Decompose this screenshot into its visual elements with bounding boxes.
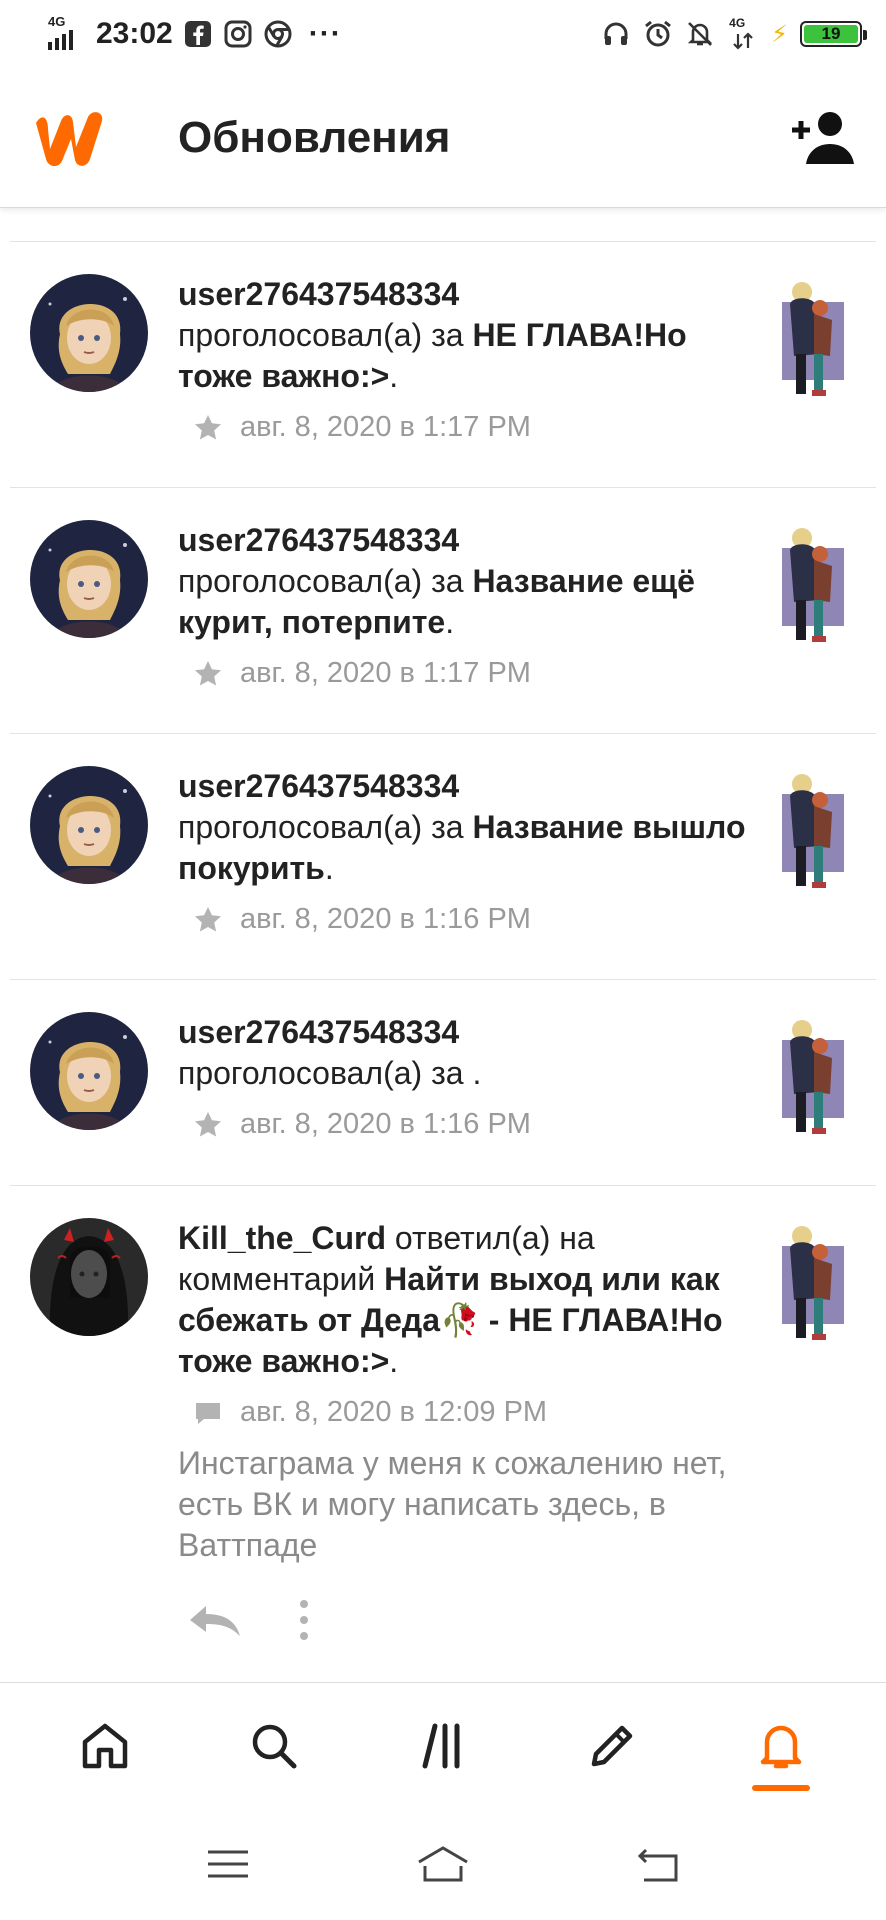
library-icon xyxy=(422,1723,460,1768)
notification-text: user276437548334 проголосовал(а) за НЕ Г… xyxy=(178,274,756,397)
notification-text: user276437548334 проголосовал(а) за Назв… xyxy=(178,766,756,889)
punctuation: . xyxy=(324,850,334,886)
system-navigation-bar xyxy=(0,1808,886,1920)
user-avatar[interactable] xyxy=(30,1012,148,1130)
comment-text: Инстаграма у меня к сожалению нет, есть … xyxy=(178,1445,727,1563)
timestamp: авг. 8, 2020 в 1:16 PM xyxy=(240,1108,531,1140)
divider xyxy=(10,210,876,242)
story-cover-thumbnail[interactable] xyxy=(776,1218,852,1352)
user-avatar[interactable] xyxy=(30,1218,148,1336)
bottom-navigation xyxy=(0,1682,886,1808)
timestamp: авг. 8, 2020 в 1:17 PM xyxy=(240,411,531,443)
notification-item[interactable]: user276437548334 проголосовал(а) за Назв… xyxy=(10,488,876,734)
alarm-icon xyxy=(645,20,672,47)
story-cover-thumbnail[interactable] xyxy=(776,274,852,408)
mobile-data-icon: 4G xyxy=(727,16,759,52)
notification-text: Kill_the_Curd ответил(а) на комментарий … xyxy=(178,1218,756,1382)
write-icon xyxy=(591,1725,633,1766)
notification-meta: авг. 8, 2020 в 1:16 PM xyxy=(192,1108,756,1141)
charging-icon: ⚡ xyxy=(771,20,788,48)
timestamp: авг. 8, 2020 в 12:09 PM xyxy=(240,1396,548,1428)
notification-meta: авг. 8, 2020 в 12:09 PM xyxy=(192,1396,756,1429)
username[interactable]: user276437548334 xyxy=(178,1012,756,1053)
notification-item[interactable]: user276437548334 проголосовал(а) за Назв… xyxy=(10,734,876,980)
punctuation: . xyxy=(389,1343,399,1379)
action-text: проголосовал(а) за xyxy=(178,563,464,599)
punctuation: . xyxy=(445,604,455,640)
action-text: проголосовал(а) за xyxy=(178,1055,464,1091)
timestamp: авг. 8, 2020 в 1:16 PM xyxy=(240,903,531,935)
chrome-icon xyxy=(264,20,292,48)
notification-text: user276437548334 проголосовал(а) за . xyxy=(178,1012,756,1094)
more-notifications-icon: ··· xyxy=(308,17,342,50)
notification-meta: авг. 8, 2020 в 1:16 PM xyxy=(192,903,756,936)
nav-home[interactable] xyxy=(60,1701,150,1791)
star-icon xyxy=(195,906,221,931)
status-bar: 4G 23:02 ··· 4G ⚡ 19 xyxy=(0,0,886,68)
star-icon xyxy=(195,660,221,685)
add-friend-button[interactable] xyxy=(788,108,858,168)
user-avatar[interactable] xyxy=(30,520,148,638)
reply-icon[interactable] xyxy=(184,1600,244,1640)
punctuation: . xyxy=(389,358,399,394)
star-icon xyxy=(195,414,221,439)
username[interactable]: user276437548334 xyxy=(178,520,756,561)
cellular-signal-icon: 4G xyxy=(46,14,86,54)
user-avatar[interactable] xyxy=(30,766,148,884)
facebook-icon xyxy=(184,21,211,47)
clock: 23:02 xyxy=(96,17,173,50)
back-icon[interactable] xyxy=(628,1842,688,1886)
notification-item[interactable]: user276437548334 проголосовал(а) за НЕ Г… xyxy=(10,242,876,488)
app-header: Обновления xyxy=(0,68,886,208)
nav-search[interactable] xyxy=(229,1701,319,1791)
system-home-icon[interactable] xyxy=(413,1842,473,1886)
user-avatar[interactable] xyxy=(30,274,148,392)
nav-notifications[interactable] xyxy=(736,1701,826,1791)
notification-meta: авг. 8, 2020 в 1:17 PM xyxy=(192,411,756,444)
instagram-icon xyxy=(224,20,252,48)
notifications-bell-icon xyxy=(761,1725,802,1768)
search-icon xyxy=(252,1724,297,1768)
comment-notification-item[interactable]: Kill_the_Curd ответил(а) на комментарий … xyxy=(10,1186,876,1682)
action-text: проголосовал(а) за xyxy=(178,317,464,353)
timestamp: авг. 8, 2020 в 1:17 PM xyxy=(240,657,531,689)
home-icon xyxy=(82,1723,127,1768)
star-icon xyxy=(195,1111,221,1136)
notification-feed[interactable]: user276437548334 проголосовал(а) за НЕ Г… xyxy=(0,210,886,1682)
wattpad-logo[interactable] xyxy=(28,103,118,173)
notification-item[interactable]: user276437548334 проголосовал(а) за . ав… xyxy=(10,980,876,1186)
more-options-icon[interactable] xyxy=(294,1598,314,1642)
notification-meta: авг. 8, 2020 в 1:17 PM xyxy=(192,657,756,690)
nav-library[interactable] xyxy=(398,1701,488,1791)
action-text: проголосовал(а) за xyxy=(178,809,464,845)
nav-write[interactable] xyxy=(567,1701,657,1791)
story-cover-thumbnail[interactable] xyxy=(776,1012,852,1146)
notification-text: user276437548334 проголосовал(а) за Назв… xyxy=(178,520,756,643)
battery-level: 19 xyxy=(821,24,841,43)
battery-icon: 19 xyxy=(800,21,867,47)
comment-actions xyxy=(184,1590,756,1650)
headphones-icon xyxy=(604,22,628,45)
menu-icon[interactable] xyxy=(198,1842,258,1886)
punctuation: . xyxy=(472,1055,482,1091)
story-cover-thumbnail[interactable] xyxy=(776,520,852,654)
username[interactable]: user276437548334 xyxy=(178,274,756,315)
comment-icon xyxy=(196,1402,220,1424)
page-title: Обновления xyxy=(178,112,451,162)
username[interactable]: user276437548334 xyxy=(178,766,756,807)
story-cover-thumbnail[interactable] xyxy=(776,766,852,900)
username[interactable]: Kill_the_Curd xyxy=(178,1220,386,1256)
active-tab-indicator xyxy=(752,1784,811,1791)
mute-bell-icon xyxy=(688,22,713,46)
